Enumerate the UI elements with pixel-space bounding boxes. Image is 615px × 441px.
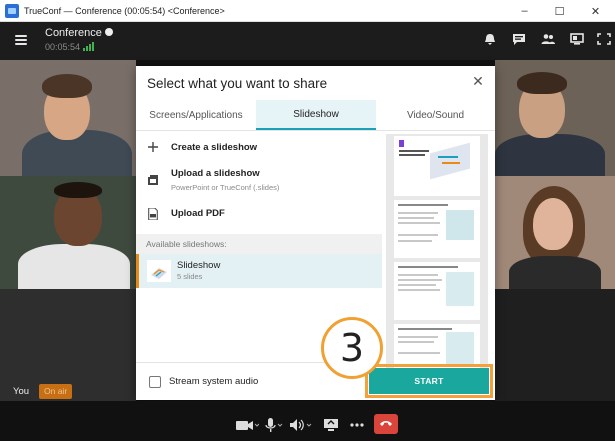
microphone-icon[interactable]	[264, 418, 284, 432]
plus-icon	[148, 142, 158, 152]
create-slideshow-label: Create a slideshow	[171, 142, 258, 153]
conference-timer: 00:05:54	[45, 42, 81, 52]
dialog-title: Select what you want to share	[147, 76, 328, 91]
upload-pdf-button[interactable]: Upload PDF	[136, 204, 382, 228]
create-slideshow-button[interactable]: Create a slideshow	[136, 138, 382, 162]
signal-icon	[83, 41, 94, 51]
minimize-button[interactable]: –	[507, 0, 542, 22]
upload-slideshow-hint: PowerPoint or TrueConf (.slides)	[171, 183, 280, 192]
trueconf-app-icon	[5, 3, 19, 18]
participants-icon[interactable]	[541, 33, 555, 45]
close-dialog-icon[interactable]: ✕	[471, 74, 485, 88]
menu-icon[interactable]	[15, 35, 27, 45]
info-icon[interactable]	[104, 28, 113, 36]
hangup-button[interactable]	[374, 414, 398, 434]
close-window-button[interactable]: ✕	[578, 0, 613, 22]
video-tile-participant-4	[495, 176, 615, 289]
tab-slideshow[interactable]: Slideshow	[256, 100, 376, 130]
pdf-icon	[148, 208, 158, 220]
stream-audio-label: Stream system audio	[169, 376, 259, 387]
share-screen-icon[interactable]	[323, 418, 339, 432]
slideshow-slide-count: 5 slides	[177, 272, 203, 281]
video-tile-participant-1	[0, 60, 136, 176]
stream-audio-checkbox[interactable]	[149, 376, 161, 388]
conference-title-text: Conference	[45, 27, 102, 39]
upload-slideshow-label: Upload a slideshow	[171, 168, 260, 179]
speaker-icon[interactable]	[289, 418, 313, 432]
more-icon[interactable]	[349, 418, 365, 432]
preview-slide-1	[394, 136, 480, 196]
window-titlebar: TrueConf — Conference (00:05:54) <Confer…	[0, 0, 615, 22]
slideshow-preview	[386, 134, 488, 382]
layout-icon[interactable]	[570, 33, 584, 45]
on-air-badge: On air	[39, 384, 73, 399]
maximize-button[interactable]: ☐	[542, 0, 577, 22]
available-slideshows-header: Available slideshows:	[136, 234, 382, 254]
tab-screens-applications[interactable]: Screens/Applications	[136, 100, 256, 130]
share-dialog: Select what you want to share ✕ Screens/…	[136, 66, 495, 400]
upload-slideshow-button[interactable]: Upload a slideshow PowerPoint or TrueCon…	[136, 164, 382, 200]
conference-title: Conference	[45, 27, 113, 39]
self-view-label: You	[13, 386, 30, 397]
video-tile-participant-3	[495, 60, 615, 176]
chat-icon[interactable]	[512, 33, 526, 45]
video-tile-participant-2	[0, 176, 136, 289]
start-button[interactable]: START	[365, 364, 493, 398]
video-tile-empty	[495, 289, 615, 401]
fullscreen-icon[interactable]	[597, 33, 611, 45]
preview-slide-2	[394, 200, 480, 258]
hangup-icon	[380, 421, 392, 426]
camera-icon[interactable]	[235, 418, 259, 432]
upload-icon	[148, 175, 158, 185]
raise-hand-icon[interactable]	[483, 33, 497, 45]
tab-video-sound[interactable]: Video/Sound	[376, 100, 495, 130]
slideshow-list-item[interactable]: Slideshow 5 slides	[136, 254, 382, 288]
slideshow-thumbnail	[147, 260, 171, 282]
window-title: TrueConf — Conference (00:05:54) <Confer…	[24, 5, 225, 16]
step-number-badge: 3	[321, 317, 383, 379]
tab-divider	[136, 130, 495, 131]
preview-slide-3	[394, 262, 480, 320]
slideshow-name: Slideshow	[177, 260, 221, 271]
upload-pdf-label: Upload PDF	[171, 208, 225, 219]
share-tabs: Screens/Applications Slideshow Video/Sou…	[136, 100, 495, 130]
